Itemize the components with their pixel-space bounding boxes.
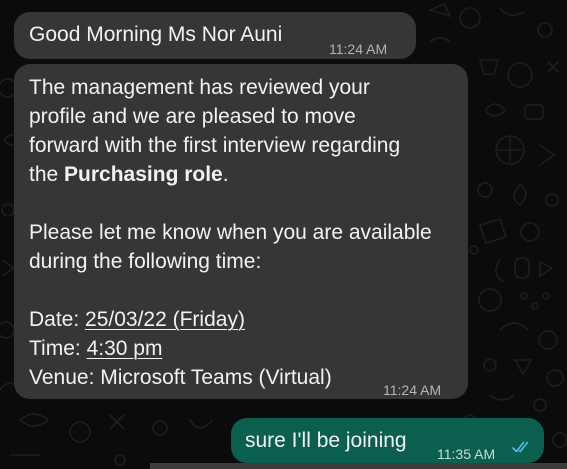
- message-line-role: the Purchasing role.: [29, 160, 459, 189]
- role-name-bold: Purchasing role: [64, 163, 223, 186]
- message-line: during the following time:: [29, 250, 262, 273]
- message-input-bar-edge: [150, 463, 567, 469]
- time-label: Time:: [29, 337, 87, 360]
- message-text: Good Morning Ms Nor Auni: [29, 23, 283, 46]
- interview-time-line: Time: 4:30 pm: [29, 334, 459, 363]
- message-text-fragment: .: [222, 163, 229, 186]
- message-timestamp: 11:24 AM: [383, 382, 442, 398]
- message-bubble-reply[interactable]: sure I'll be joining 11:35 AM: [231, 418, 544, 463]
- message-text: sure I'll be joining: [245, 429, 407, 452]
- message-line: The management has reviewed your: [29, 76, 370, 99]
- message-text-fragment: the: [29, 163, 65, 186]
- date-label: Date:: [29, 308, 86, 331]
- time-link[interactable]: 4:30 pm: [87, 337, 163, 360]
- message-line: profile and we are pleased to move: [29, 105, 356, 128]
- interview-date-line: Date: 25/03/22 (Friday): [29, 305, 459, 334]
- message-timestamp: 11:24 AM: [329, 41, 388, 57]
- message-bubble-interview-invite[interactable]: The management has reviewed your profile…: [14, 64, 468, 399]
- message-line: Please let me know when you are availabl…: [29, 221, 432, 244]
- message-paragraph-intro: The management has reviewed your profile…: [29, 73, 459, 189]
- message-line: forward with the first interview regardi…: [29, 134, 401, 157]
- message-bubble-greeting[interactable]: Good Morning Ms Nor Auni 11:24 AM: [14, 12, 416, 59]
- date-link[interactable]: 25/03/22 (Friday): [85, 308, 245, 331]
- double-check-read-icon: [512, 441, 529, 453]
- message-paragraph-request: Please let me know when you are availabl…: [29, 218, 459, 276]
